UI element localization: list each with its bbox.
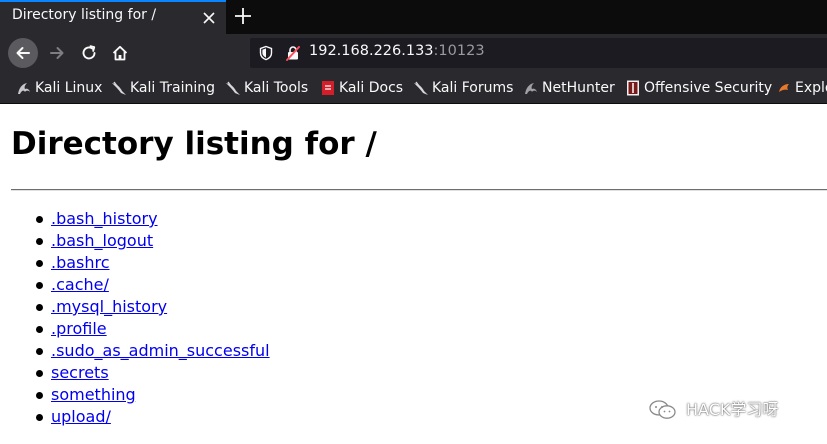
file-link[interactable]: .sudo_as_admin_successful <box>51 340 270 362</box>
browser-window: Directory listing for / 192.168.226.133:… <box>0 0 827 444</box>
bullet-icon <box>36 326 43 333</box>
active-tab[interactable]: Directory listing for / <box>0 0 226 34</box>
file-link[interactable]: .cache/ <box>51 274 109 296</box>
bullet-icon <box>36 348 43 355</box>
url-port: :10123 <box>433 43 485 59</box>
wechat-icon <box>649 400 676 419</box>
close-tab-icon[interactable] <box>200 9 218 27</box>
file-link[interactable]: .bash_history <box>51 208 158 230</box>
horizontal-rule <box>11 189 827 191</box>
kali-dragon-icon <box>18 83 30 94</box>
file-link[interactable]: .mysql_history <box>51 296 167 318</box>
watermark-text: HACK学习呀 <box>686 400 779 419</box>
offsec-icon <box>627 80 639 96</box>
file-link[interactable]: .bashrc <box>51 252 110 274</box>
bullet-icon <box>36 282 43 289</box>
page-content: Directory listing for / .bash_history .b… <box>0 104 827 444</box>
kali-docs-icon <box>322 81 334 95</box>
back-arrow-icon <box>16 47 30 59</box>
bullet-icon <box>36 304 43 311</box>
bookmarks-toolbar: Kali Linux Kali Training Kali Tools Kali… <box>0 72 827 104</box>
tab-title: Directory listing for / <box>12 7 157 23</box>
reload-icon <box>82 45 96 60</box>
navigation-toolbar: 192.168.226.133:10123 <box>0 34 827 72</box>
forward-button[interactable] <box>42 38 72 68</box>
new-tab-icon[interactable] <box>233 6 253 26</box>
forward-arrow-icon <box>50 47 64 59</box>
file-link[interactable]: secrets <box>51 362 109 384</box>
bullet-icon <box>36 370 43 377</box>
tracking-shield-icon[interactable] <box>258 45 274 61</box>
bullet-icon <box>36 414 43 421</box>
kali-dragon-icon <box>226 81 240 95</box>
insecure-lock-icon[interactable] <box>284 44 302 62</box>
file-link[interactable]: .bash_logout <box>51 230 153 252</box>
bullet-icon <box>36 260 43 267</box>
bullet-icon <box>36 238 43 245</box>
tab-strip: Directory listing for / <box>0 0 827 34</box>
kali-dragon-icon <box>112 81 126 95</box>
url-host: 192.168.226.133 <box>309 43 434 59</box>
exploit-db-icon <box>779 84 789 92</box>
bullet-icon <box>36 216 43 223</box>
bullet-icon <box>36 392 43 399</box>
file-link[interactable]: upload/ <box>51 406 111 428</box>
page-title: Directory listing for / <box>11 126 377 162</box>
home-icon <box>112 45 128 61</box>
file-link[interactable]: something <box>51 384 136 406</box>
url-text[interactable]: 192.168.226.133:10123 <box>309 43 485 59</box>
reload-button[interactable] <box>74 38 104 68</box>
home-button[interactable] <box>105 38 135 68</box>
back-button[interactable] <box>8 38 38 68</box>
address-bar[interactable]: 192.168.226.133:10123 <box>250 38 827 68</box>
nethunter-icon <box>525 83 537 94</box>
kali-dragon-icon <box>414 81 428 95</box>
file-link[interactable]: .profile <box>51 318 107 340</box>
